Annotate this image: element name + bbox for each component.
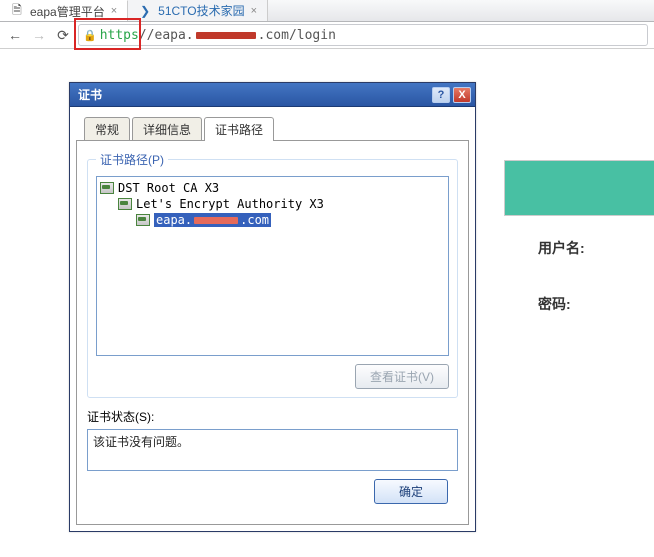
- view-cert-button[interactable]: 查看证书(V): [355, 364, 449, 389]
- tab-cert-path[interactable]: 证书路径: [204, 117, 274, 141]
- close-icon[interactable]: ×: [251, 5, 257, 17]
- redacted-host: [194, 217, 238, 224]
- cert-node-intermediate[interactable]: Let's Encrypt Authority X3: [118, 196, 445, 212]
- cert-icon: [100, 182, 114, 194]
- dialog-title: 证书: [78, 86, 102, 103]
- address-bar[interactable]: 🔒 https //eapa. .com/login: [78, 24, 648, 46]
- cert-path-legend: 证书路径(P): [96, 151, 168, 168]
- login-header-bar: [504, 160, 654, 216]
- cert-path-group: 证书路径(P) DST Root CA X3 Let's Encrypt Aut…: [87, 151, 458, 398]
- browser-tab-active[interactable]: 🗎 eapa管理平台 ×: [0, 0, 128, 21]
- url-scheme: https: [100, 28, 139, 43]
- back-button[interactable]: ←: [6, 26, 24, 44]
- cert-icon: [136, 214, 150, 226]
- page-icon: 🗎: [10, 1, 24, 22]
- cert-node-root[interactable]: DST Root CA X3: [100, 180, 445, 196]
- tab-content: 证书路径(P) DST Root CA X3 Let's Encrypt Aut…: [76, 140, 469, 525]
- url-redacted: [196, 32, 256, 39]
- tab-general[interactable]: 常规: [84, 117, 130, 141]
- cert-tree[interactable]: DST Root CA X3 Let's Encrypt Authority X…: [96, 176, 449, 356]
- help-button[interactable]: ?: [432, 87, 450, 103]
- password-label: 密码:: [504, 258, 654, 314]
- cert-icon: [118, 198, 132, 210]
- url-suffix: .com/login: [258, 28, 336, 43]
- cert-label: Let's Encrypt Authority X3: [136, 197, 324, 211]
- dialog-title-bar[interactable]: 证书 ? X: [70, 83, 475, 107]
- page-icon: ❯: [138, 4, 152, 18]
- url-prefix: //eapa.: [139, 28, 194, 43]
- reload-button[interactable]: ⟳: [54, 26, 72, 44]
- close-icon[interactable]: ×: [111, 5, 117, 17]
- cert-label-selected: eapa..com: [154, 213, 271, 227]
- browser-tab-bar: 🗎 eapa管理平台 × ❯ 51CTO技术家园 ×: [0, 0, 654, 22]
- tab-details[interactable]: 详细信息: [132, 117, 202, 141]
- cert-label: DST Root CA X3: [118, 181, 219, 195]
- cert-status-box: 该证书没有问题。: [87, 429, 458, 471]
- forward-button[interactable]: →: [30, 26, 48, 44]
- cert-status-label: 证书状态(S):: [87, 408, 458, 425]
- lock-icon: 🔒: [83, 29, 97, 42]
- login-panel: 用户名: 密码:: [504, 160, 654, 314]
- browser-tab[interactable]: ❯ 51CTO技术家园 ×: [128, 0, 268, 21]
- ok-button[interactable]: 确定: [374, 479, 448, 504]
- close-button[interactable]: X: [453, 87, 471, 103]
- username-label: 用户名:: [504, 216, 654, 258]
- certificate-dialog: 证书 ? X 常规 详细信息 证书路径 证书路径(P) DST Root CA …: [69, 82, 476, 532]
- cert-node-leaf[interactable]: eapa..com: [136, 212, 445, 228]
- tab-title: eapa管理平台: [30, 3, 105, 20]
- tab-title: 51CTO技术家园: [158, 2, 244, 19]
- dialog-tab-strip: 常规 详细信息 证书路径: [84, 117, 469, 141]
- browser-nav-bar: ← → ⟳ 🔒 https //eapa. .com/login: [0, 22, 654, 49]
- cert-status-text: 该证书没有问题。: [93, 435, 189, 449]
